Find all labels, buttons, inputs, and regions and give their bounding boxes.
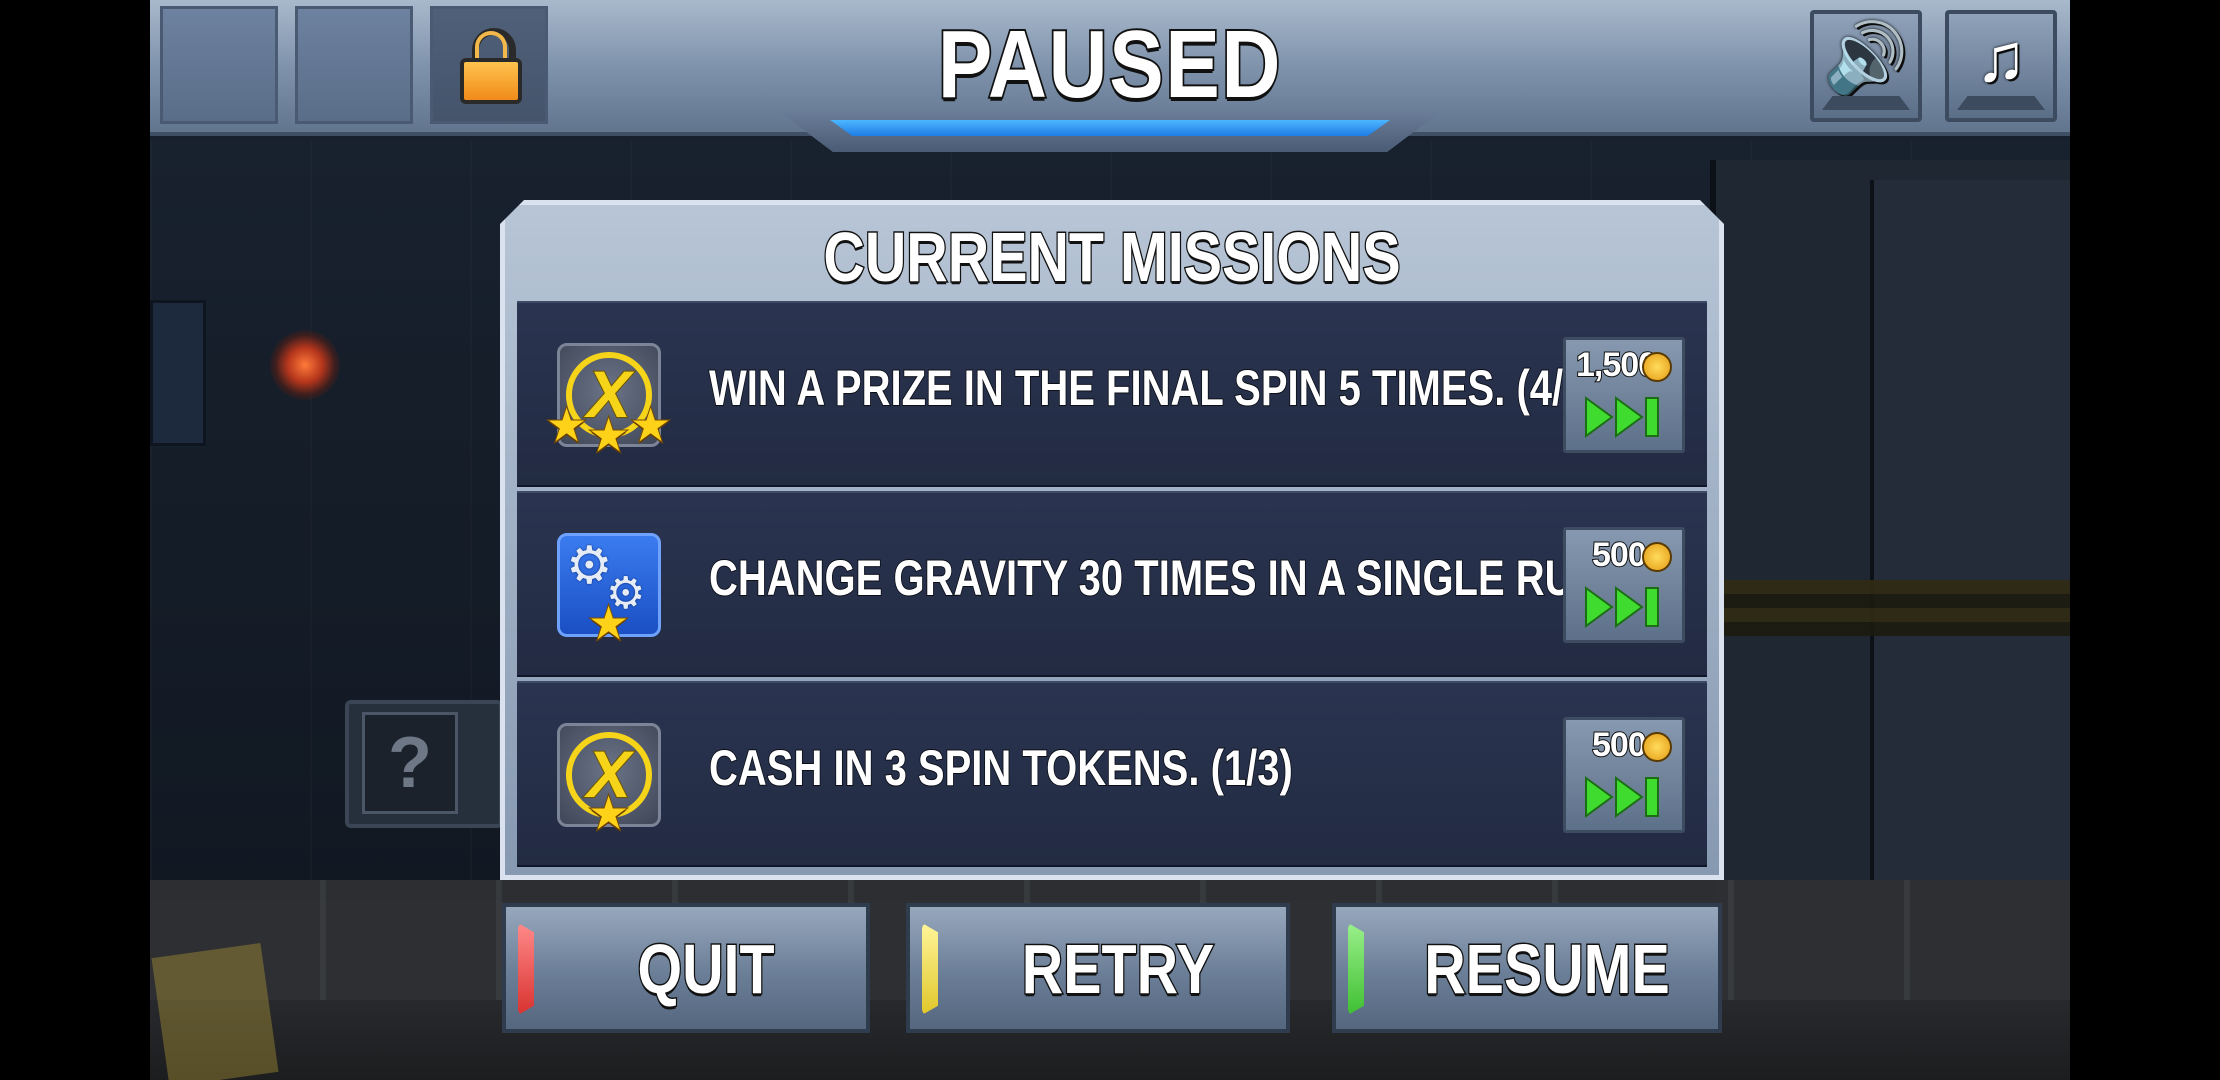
powerup-slot-1: [160, 6, 278, 124]
coin-icon: [1642, 542, 1672, 572]
spin-token-icon: X ★ ★ ★: [557, 343, 661, 447]
speaker-icon: 🔊: [1823, 20, 1909, 96]
mission-description: CASH IN 3 SPIN TOKENS. (1/3): [709, 740, 1293, 796]
music-toggle-button[interactable]: ♫: [1945, 10, 2057, 122]
retry-label: RETRY: [1021, 929, 1216, 1010]
resume-button[interactable]: RESUME: [1332, 903, 1722, 1033]
background-sign: [151, 942, 279, 1080]
mission-row: X ★ ★ ★ WIN A PRIZE IN THE FINAL SPIN 5 …: [517, 301, 1707, 487]
question-mark-icon: ?: [362, 712, 458, 814]
retry-button[interactable]: RETRY: [906, 903, 1290, 1033]
skip-mission-button[interactable]: 1,500: [1563, 337, 1685, 453]
game-screen: ? PAUSED 🔊 ♫ CURRENT MISSIONS X ★ ★ ★ WI…: [150, 0, 2070, 1080]
quit-accent: [518, 923, 534, 1015]
sound-toggle-button[interactable]: 🔊: [1810, 10, 1922, 122]
background-panel: [150, 300, 206, 446]
missions-panel: CURRENT MISSIONS X ★ ★ ★ WIN A PRIZE IN …: [500, 200, 1724, 880]
coin-icon: [1642, 732, 1672, 762]
resume-accent: [1348, 923, 1364, 1015]
fast-forward-icon: [1582, 392, 1672, 442]
star-icon: ★: [546, 399, 588, 451]
reward-amount: 500: [1592, 726, 1646, 764]
background-hazard-stripe: [1710, 580, 2070, 636]
mission-row: X ★ CASH IN 3 SPIN TOKENS. (1/3) 500: [517, 681, 1707, 867]
mission-row: ⚙ ⚙ ★ CHANGE GRAVITY 30 TIMES IN A SINGL…: [517, 491, 1707, 677]
missions-title: CURRENT MISSIONS: [823, 218, 1401, 296]
background-warning-light: [270, 330, 340, 400]
quit-button[interactable]: QUIT: [502, 903, 870, 1033]
retry-accent: [922, 923, 938, 1015]
coin-icon: [1642, 352, 1672, 382]
background-door-panel: [1870, 180, 2070, 880]
star-icon: ★: [588, 787, 630, 839]
fast-forward-icon: [1582, 582, 1672, 632]
resume-label: RESUME: [1423, 929, 1671, 1010]
star-icon: ★: [588, 597, 630, 649]
star-icon: ★: [630, 399, 672, 451]
star-icon: ★: [588, 409, 630, 461]
quit-label: QUIT: [636, 929, 776, 1010]
reward-amount: 500: [1592, 536, 1646, 574]
gears-icon: ⚙ ⚙ ★: [557, 533, 661, 637]
music-note-icon: ♫: [1975, 20, 2027, 96]
mission-description: WIN A PRIZE IN THE FINAL SPIN 5 TIMES. (…: [709, 360, 1599, 416]
skip-mission-button[interactable]: 500: [1563, 527, 1685, 643]
title-underline: [780, 112, 1440, 152]
skip-mission-button[interactable]: 500: [1563, 717, 1685, 833]
page-title: PAUSED: [936, 9, 1283, 120]
fast-forward-icon: [1582, 772, 1672, 822]
spin-token-icon: X ★: [557, 723, 661, 827]
mission-description: CHANGE GRAVITY 30 TIMES IN A SINGLE RUN.: [709, 550, 1614, 606]
